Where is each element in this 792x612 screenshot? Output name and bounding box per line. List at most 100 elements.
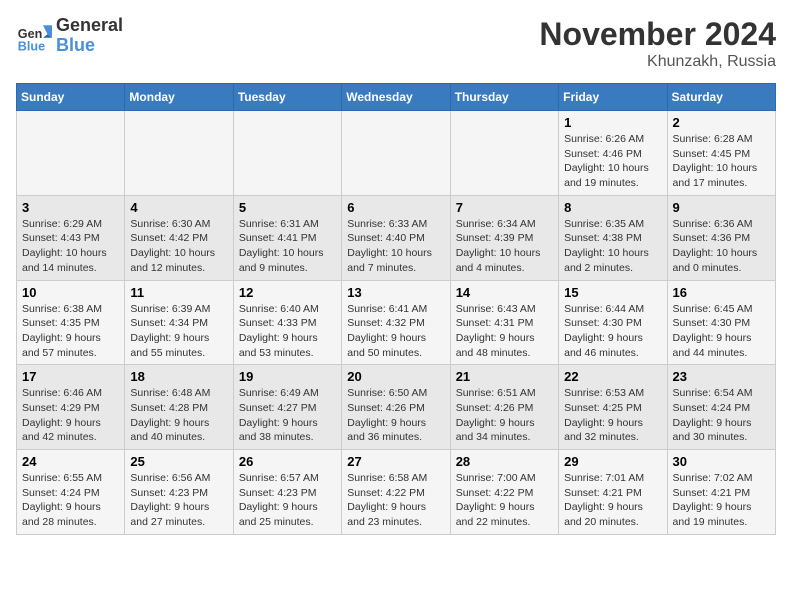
day-number: 14 <box>456 285 553 300</box>
day-number: 29 <box>564 454 661 469</box>
location: Khunzakh, Russia <box>539 53 776 71</box>
month-title: November 2024 <box>539 16 776 53</box>
day-number: 10 <box>22 285 119 300</box>
day-number: 25 <box>130 454 227 469</box>
day-info: Sunrise: 6:55 AM Sunset: 4:24 PM Dayligh… <box>22 471 119 530</box>
day-info: Sunrise: 6:35 AM Sunset: 4:38 PM Dayligh… <box>564 217 661 276</box>
cell-week3-day6: 16 Sunrise: 6:45 AM Sunset: 4:30 PM Dayli… <box>667 280 775 365</box>
cell-week5-day1: 25 Sunrise: 6:56 AM Sunset: 4:23 PM Dayli… <box>125 450 233 535</box>
day-info: Sunrise: 6:34 AM Sunset: 4:39 PM Dayligh… <box>456 217 553 276</box>
cell-week4-day0: 17Sunrise: 6:46 AM Sunset: 4:29 PM Dayli… <box>17 365 125 450</box>
day-number: 7 <box>456 200 553 215</box>
header-tuesday: Tuesday <box>233 84 341 111</box>
logo-text: General Blue <box>56 16 123 56</box>
day-info: Sunrise: 6:54 AM Sunset: 4:24 PM Dayligh… <box>673 386 770 445</box>
day-number: 5 <box>239 200 336 215</box>
cell-week1-day4 <box>450 111 558 196</box>
cell-week3-day3: 13 Sunrise: 6:41 AM Sunset: 4:32 PM Dayli… <box>342 280 450 365</box>
day-number: 15 <box>564 285 661 300</box>
day-number: 22 <box>564 369 661 384</box>
cell-week1-day3 <box>342 111 450 196</box>
logo-line1: General <box>56 16 123 36</box>
cell-week4-day6: 23Sunrise: 6:54 AM Sunset: 4:24 PM Dayli… <box>667 365 775 450</box>
day-info: Sunrise: 6:36 AM Sunset: 4:36 PM Dayligh… <box>673 217 770 276</box>
day-number: 2 <box>673 115 770 130</box>
day-info: Sunrise: 6:43 AM Sunset: 4:31 PM Dayligh… <box>456 302 553 361</box>
week-row-3: 10 Sunrise: 6:38 AM Sunset: 4:35 PM Dayli… <box>17 280 776 365</box>
day-number: 30 <box>673 454 770 469</box>
logo: Gen Blue General Blue <box>16 16 123 56</box>
day-info: Sunrise: 6:41 AM Sunset: 4:32 PM Dayligh… <box>347 302 444 361</box>
logo-line2: Blue <box>56 36 123 56</box>
day-info: Sunrise: 6:56 AM Sunset: 4:23 PM Dayligh… <box>130 471 227 530</box>
cell-week3-day1: 11 Sunrise: 6:39 AM Sunset: 4:34 PM Dayli… <box>125 280 233 365</box>
title-block: November 2024 Khunzakh, Russia <box>539 16 776 71</box>
day-number: 17 <box>22 369 119 384</box>
day-number: 21 <box>456 369 553 384</box>
day-number: 16 <box>673 285 770 300</box>
cell-week5-day0: 24Sunrise: 6:55 AM Sunset: 4:24 PM Dayli… <box>17 450 125 535</box>
day-info: Sunrise: 6:38 AM Sunset: 4:35 PM Dayligh… <box>22 302 119 361</box>
cell-week5-day4: 28 Sunrise: 7:00 AM Sunset: 4:22 PM Dayli… <box>450 450 558 535</box>
header-saturday: Saturday <box>667 84 775 111</box>
day-info: Sunrise: 7:01 AM Sunset: 4:21 PM Dayligh… <box>564 471 661 530</box>
header-wednesday: Wednesday <box>342 84 450 111</box>
day-number: 26 <box>239 454 336 469</box>
day-info: Sunrise: 6:53 AM Sunset: 4:25 PM Dayligh… <box>564 386 661 445</box>
calendar-table: SundayMondayTuesdayWednesdayThursdayFrid… <box>16 83 776 535</box>
cell-week2-day0: 3Sunrise: 6:29 AM Sunset: 4:43 PM Daylig… <box>17 195 125 280</box>
day-info: Sunrise: 6:58 AM Sunset: 4:22 PM Dayligh… <box>347 471 444 530</box>
day-info: Sunrise: 6:57 AM Sunset: 4:23 PM Dayligh… <box>239 471 336 530</box>
day-info: Sunrise: 7:00 AM Sunset: 4:22 PM Dayligh… <box>456 471 553 530</box>
day-number: 11 <box>130 285 227 300</box>
day-info: Sunrise: 6:44 AM Sunset: 4:30 PM Dayligh… <box>564 302 661 361</box>
day-info: Sunrise: 6:40 AM Sunset: 4:33 PM Dayligh… <box>239 302 336 361</box>
day-number: 12 <box>239 285 336 300</box>
page-header: Gen Blue General Blue November 2024 Khun… <box>16 16 776 71</box>
cell-week3-day0: 10 Sunrise: 6:38 AM Sunset: 4:35 PM Dayli… <box>17 280 125 365</box>
cell-week5-day2: 26 Sunrise: 6:57 AM Sunset: 4:23 PM Dayli… <box>233 450 341 535</box>
cell-week1-day0 <box>17 111 125 196</box>
week-row-5: 24Sunrise: 6:55 AM Sunset: 4:24 PM Dayli… <box>17 450 776 535</box>
day-number: 19 <box>239 369 336 384</box>
calendar-header-row: SundayMondayTuesdayWednesdayThursdayFrid… <box>17 84 776 111</box>
cell-week5-day3: 27Sunrise: 6:58 AM Sunset: 4:22 PM Dayli… <box>342 450 450 535</box>
header-sunday: Sunday <box>17 84 125 111</box>
cell-week3-day5: 15 Sunrise: 6:44 AM Sunset: 4:30 PM Dayli… <box>559 280 667 365</box>
week-row-2: 3Sunrise: 6:29 AM Sunset: 4:43 PM Daylig… <box>17 195 776 280</box>
cell-week2-day6: 9 Sunrise: 6:36 AM Sunset: 4:36 PM Daylig… <box>667 195 775 280</box>
cell-week4-day2: 19Sunrise: 6:49 AM Sunset: 4:27 PM Dayli… <box>233 365 341 450</box>
day-info: Sunrise: 6:28 AM Sunset: 4:45 PM Dayligh… <box>673 132 770 191</box>
day-number: 18 <box>130 369 227 384</box>
cell-week4-day1: 18Sunrise: 6:48 AM Sunset: 4:28 PM Dayli… <box>125 365 233 450</box>
day-info: Sunrise: 6:31 AM Sunset: 4:41 PM Dayligh… <box>239 217 336 276</box>
day-number: 20 <box>347 369 444 384</box>
cell-week4-day4: 21 Sunrise: 6:51 AM Sunset: 4:26 PM Dayli… <box>450 365 558 450</box>
header-monday: Monday <box>125 84 233 111</box>
day-number: 13 <box>347 285 444 300</box>
cell-week1-day5: 1 Sunrise: 6:26 AM Sunset: 4:46 PM Daylig… <box>559 111 667 196</box>
cell-week2-day1: 4Sunrise: 6:30 AM Sunset: 4:42 PM Daylig… <box>125 195 233 280</box>
svg-text:Blue: Blue <box>18 39 45 53</box>
day-number: 9 <box>673 200 770 215</box>
day-info: Sunrise: 6:45 AM Sunset: 4:30 PM Dayligh… <box>673 302 770 361</box>
day-info: Sunrise: 6:51 AM Sunset: 4:26 PM Dayligh… <box>456 386 553 445</box>
day-info: Sunrise: 6:29 AM Sunset: 4:43 PM Dayligh… <box>22 217 119 276</box>
week-row-4: 17Sunrise: 6:46 AM Sunset: 4:29 PM Dayli… <box>17 365 776 450</box>
header-thursday: Thursday <box>450 84 558 111</box>
cell-week1-day1 <box>125 111 233 196</box>
cell-week1-day6: 2 Sunrise: 6:28 AM Sunset: 4:45 PM Daylig… <box>667 111 775 196</box>
cell-week3-day4: 14 Sunrise: 6:43 AM Sunset: 4:31 PM Dayli… <box>450 280 558 365</box>
cell-week1-day2 <box>233 111 341 196</box>
day-info: Sunrise: 6:50 AM Sunset: 4:26 PM Dayligh… <box>347 386 444 445</box>
cell-week4-day5: 22 Sunrise: 6:53 AM Sunset: 4:25 PM Dayli… <box>559 365 667 450</box>
day-number: 4 <box>130 200 227 215</box>
day-info: Sunrise: 6:39 AM Sunset: 4:34 PM Dayligh… <box>130 302 227 361</box>
day-number: 1 <box>564 115 661 130</box>
logo-icon: Gen Blue <box>16 18 52 54</box>
cell-week3-day2: 12 Sunrise: 6:40 AM Sunset: 4:33 PM Dayli… <box>233 280 341 365</box>
day-number: 6 <box>347 200 444 215</box>
day-info: Sunrise: 6:26 AM Sunset: 4:46 PM Dayligh… <box>564 132 661 191</box>
header-friday: Friday <box>559 84 667 111</box>
day-number: 28 <box>456 454 553 469</box>
